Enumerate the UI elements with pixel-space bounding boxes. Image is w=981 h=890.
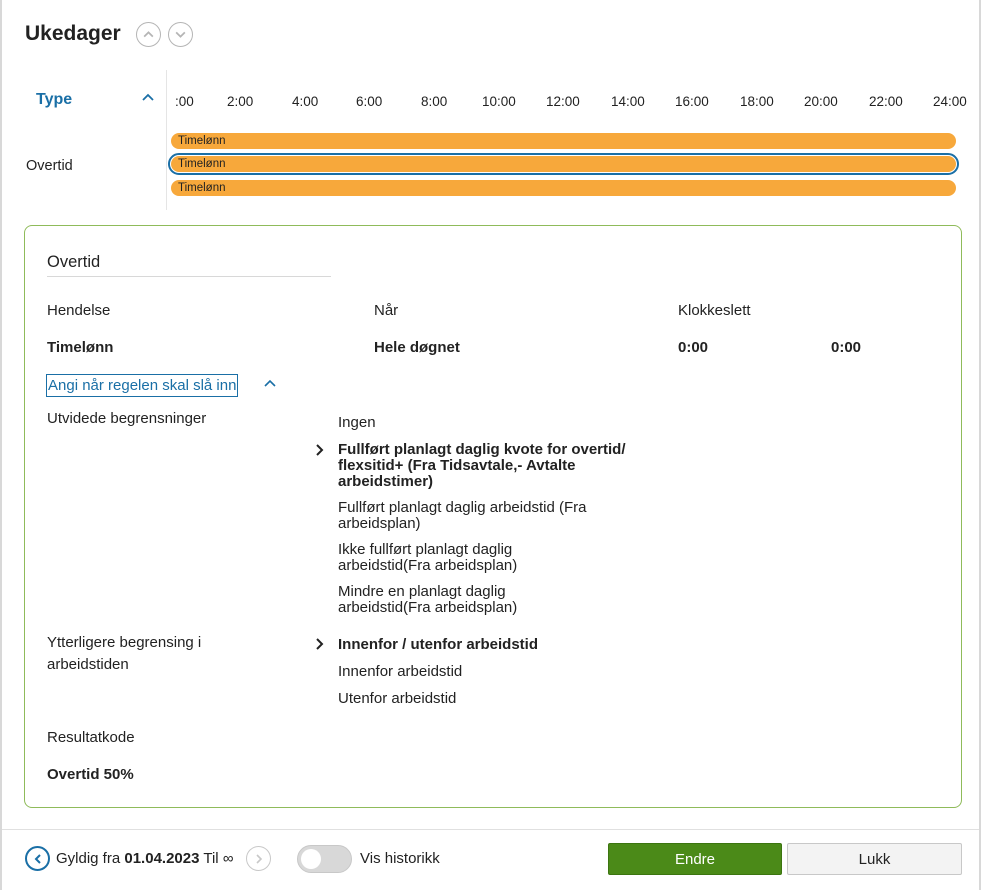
- chevron-up-icon: [143, 31, 154, 38]
- hour-label: 2:00: [227, 94, 254, 109]
- rule-details-panel: Overtid Hendelse Når Klokkeslett Timeløn…: [24, 225, 962, 808]
- resultatkode-value: Overtid 50%: [47, 766, 134, 783]
- hour-label: 8:00: [421, 94, 448, 109]
- utvidede-option[interactable]: Mindre en planlagt daglig arbeidstid(Fra…: [338, 584, 553, 616]
- hour-label: :00: [175, 94, 194, 109]
- type-column-header[interactable]: Type: [36, 91, 72, 109]
- panel-title: Overtid: [47, 253, 101, 271]
- ytterligere-option[interactable]: Innenfor arbeidstid: [338, 663, 462, 680]
- chevron-left-icon: [34, 853, 41, 864]
- resultatkode-label: Resultatkode: [47, 729, 135, 746]
- hour-label: 24:00: [933, 94, 967, 109]
- ytterligere-option[interactable]: Utenfor arbeidstid: [338, 690, 456, 707]
- chevron-right-icon: [316, 638, 324, 650]
- naar-header: Når: [374, 302, 399, 319]
- time-from-value: 0:00: [678, 339, 709, 356]
- utvidede-option-selected[interactable]: Fullført planlagt daglig kvote for overt…: [338, 442, 628, 490]
- til-label: Til: [203, 850, 219, 867]
- hour-label: 18:00: [740, 94, 774, 109]
- timeline-bar[interactable]: Timelønn: [171, 133, 956, 149]
- hour-label: 16:00: [675, 94, 709, 109]
- hour-label: 10:00: [482, 94, 516, 109]
- hendelse-value: Timelønn: [47, 339, 114, 356]
- window-left-border: [0, 0, 2, 890]
- previous-button[interactable]: [136, 22, 161, 47]
- gyldig-prefix: Gyldig fra: [56, 850, 121, 867]
- previous-period-button[interactable]: [25, 846, 50, 871]
- utvidede-option[interactable]: Fullført planlagt daglig arbeidstid (Fra…: [338, 500, 618, 532]
- time-to-value: 0:00: [831, 339, 862, 356]
- timeline-bar-selected[interactable]: Timelønn: [168, 153, 959, 175]
- hour-label: 14:00: [611, 94, 645, 109]
- timeline-divider: [166, 70, 167, 210]
- chevron-up-icon[interactable]: [263, 377, 277, 391]
- gyldig-fra-text: Gyldig fra 01.04.2023 Til ∞: [56, 850, 234, 867]
- chevron-right-icon: [316, 444, 324, 456]
- historikk-label: Vis historikk: [360, 850, 440, 867]
- til-value: ∞: [222, 850, 234, 867]
- ytterligere-option-selected[interactable]: Innenfor / utenfor arbeidstid: [338, 636, 538, 653]
- chevron-up-icon[interactable]: [140, 90, 156, 106]
- chevron-right-icon: [255, 853, 262, 864]
- historikk-toggle[interactable]: [297, 845, 352, 873]
- hour-label: 6:00: [356, 94, 383, 109]
- next-button[interactable]: [168, 22, 193, 47]
- endre-button[interactable]: Endre: [608, 843, 782, 875]
- hendelse-header: Hendelse: [47, 302, 111, 319]
- chevron-down-icon: [175, 31, 186, 38]
- ytterligere-label: Ytterligere begrensing i arbeidstiden: [47, 634, 202, 673]
- panel-title-divider: [47, 276, 331, 277]
- utvidede-label: Utvidede begrensninger: [47, 410, 207, 427]
- utvidede-option[interactable]: Ikke fullført planlagt daglig arbeidstid…: [338, 542, 553, 574]
- hour-label: 22:00: [869, 94, 903, 109]
- hour-label: 12:00: [546, 94, 580, 109]
- naar-value: Hele døgnet: [374, 339, 460, 356]
- lukk-button[interactable]: Lukk: [787, 843, 962, 875]
- hour-label: 4:00: [292, 94, 319, 109]
- utvidede-option[interactable]: Ingen: [338, 414, 376, 431]
- hour-label: 20:00: [804, 94, 838, 109]
- page-title: Ukedager: [25, 22, 121, 45]
- toggle-knob: [301, 849, 321, 869]
- next-period-button[interactable]: [246, 846, 271, 871]
- gyldig-date: 01.04.2023: [124, 850, 200, 867]
- timeline-row-label: Overtid: [26, 158, 73, 174]
- footer-divider: [2, 829, 979, 830]
- timeline-bar[interactable]: Timelønn: [171, 180, 956, 196]
- klokkeslett-header: Klokkeslett: [678, 302, 751, 319]
- angi-regel-link[interactable]: Angi når regelen skal slå inn: [46, 374, 239, 397]
